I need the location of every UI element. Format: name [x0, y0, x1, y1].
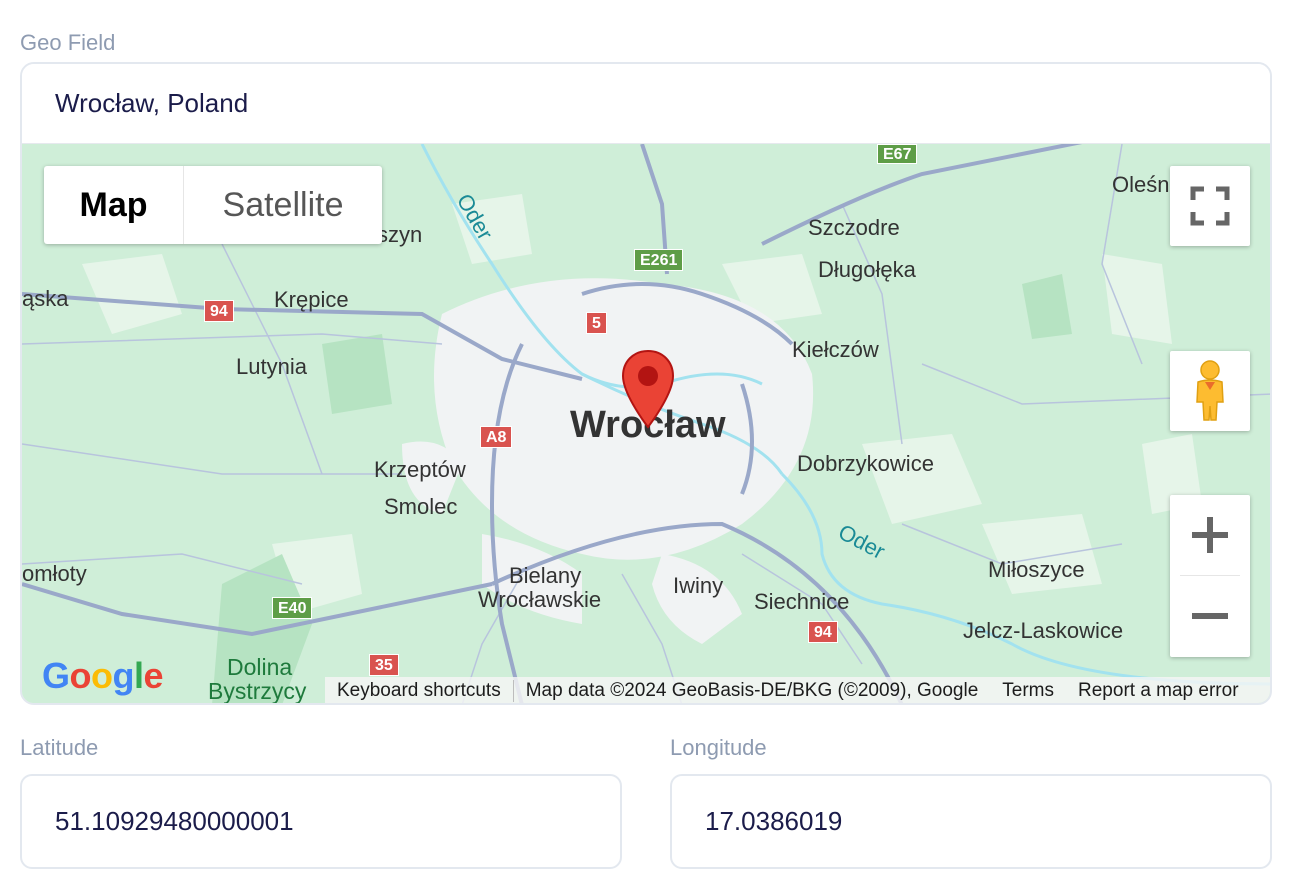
latitude-label: Latitude: [20, 735, 99, 760]
pegman-icon: [1196, 360, 1224, 421]
keyboard-shortcuts-link[interactable]: Keyboard shortcuts: [325, 680, 513, 702]
map-type-map-button[interactable]: Map: [44, 166, 184, 244]
map-pin-icon[interactable]: [620, 349, 676, 431]
zoom-out-button[interactable]: [1170, 576, 1250, 656]
fullscreen-button[interactable]: [1170, 166, 1250, 246]
map-data-text: Map data ©2024 GeoBasis-DE/BKG (©2009), …: [525, 680, 979, 701]
geo-field-label: Geo Field: [20, 30, 116, 55]
longitude-input[interactable]: [670, 774, 1272, 869]
report-error-link[interactable]: Report a map error: [1066, 680, 1251, 702]
fullscreen-icon: [1190, 186, 1230, 226]
google-logo: Google: [42, 655, 164, 696]
longitude-label: Longitude: [670, 735, 767, 760]
map-canvas[interactable]: Wrocław Oleśn Szczodre Długołęka Kiełczó…: [22, 144, 1270, 703]
minus-icon: [1192, 613, 1228, 619]
zoom-control: [1170, 495, 1250, 657]
geo-field-container: Wrocław Oleśn Szczodre Długołęka Kiełczó…: [20, 62, 1272, 705]
map-type-control: Map Satellite: [44, 166, 382, 244]
zoom-in-button[interactable]: [1170, 495, 1250, 575]
map-type-satellite-button[interactable]: Satellite: [184, 166, 382, 244]
plus-icon: [1192, 517, 1228, 553]
latitude-input[interactable]: [20, 774, 622, 869]
street-view-button[interactable]: [1170, 351, 1250, 431]
terms-link[interactable]: Terms: [990, 680, 1066, 702]
geo-search-input[interactable]: [22, 64, 1270, 144]
map-attribution-bar: Keyboard shortcuts Map data ©2024 GeoBas…: [325, 677, 1270, 703]
